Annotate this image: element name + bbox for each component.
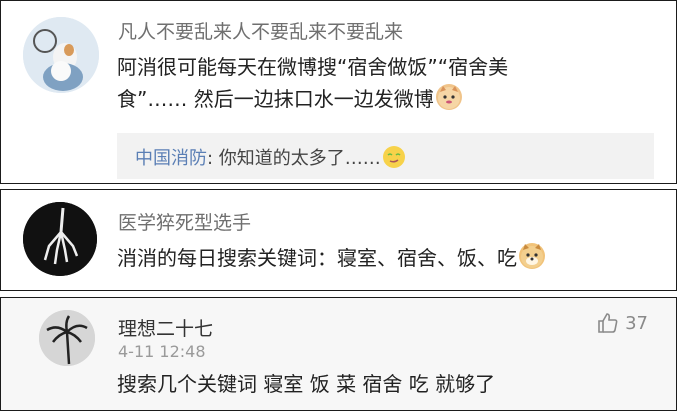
dog-photo-icon <box>23 17 99 93</box>
thumbs-up-icon <box>598 313 618 333</box>
comment-text-content: 消消的每日搜索关键词：寝室、宿舍、饭、吃 <box>117 246 517 270</box>
skeleton-hand-icon <box>23 202 97 276</box>
comment-text: 消消的每日搜索关键词：寝室、宿舍、饭、吃 <box>117 242 545 274</box>
comment-username[interactable]: 凡人不要乱来人不要乱来不要乱来 <box>118 17 403 44</box>
reply-text: 中国消防: 你知道的太多了…… <box>135 144 405 170</box>
smirk-emoji-icon <box>382 146 405 168</box>
comment-text: 搜索几个关键词 寝室 饭 菜 宿舍 吃 就够了 <box>117 372 496 396</box>
comment-text-line: 阿消很可能每天在微博搜“宿舍做饭”“宿舍美 <box>117 55 509 79</box>
like-count: 37 <box>625 312 648 334</box>
avatar[interactable] <box>39 310 95 366</box>
comment-card: 凡人不要乱来人不要乱来不要乱来 阿消很可能每天在微博搜“宿舍做饭”“宿舍美 食”… <box>0 0 677 184</box>
comment-text-line-2: 食”…… 然后一边抹口水一边发微博 <box>117 87 434 111</box>
comment-card: 医学猝死型选手 消消的每日搜索关键词：寝室、宿舍、饭、吃 <box>0 189 677 291</box>
reply-username[interactable]: 中国消防 <box>135 148 207 169</box>
avatar[interactable] <box>23 17 99 93</box>
comment-text: 阿消很可能每天在微博搜“宿舍做饭”“宿舍美 食”…… 然后一边抹口水一边发微博 <box>117 51 508 115</box>
comment-text-line: 食”…… 然后一边抹口水一边发微博 <box>117 83 508 115</box>
comment-card: 理想二十七 4-11 12:48 37 搜索几个关键词 寝室 饭 菜 宿舍 吃 … <box>0 297 677 411</box>
avatar[interactable] <box>23 202 97 276</box>
palm-tree-icon <box>39 310 95 366</box>
comment-timestamp: 4-11 12:48 <box>118 342 206 361</box>
comment-username[interactable]: 医学猝死型选手 <box>118 208 251 235</box>
reply-box: 中国消防: 你知道的太多了…… <box>117 133 654 179</box>
cat-emoji-icon <box>435 84 462 110</box>
doge-emoji-icon <box>519 243 545 269</box>
like-button[interactable]: 37 <box>597 312 648 334</box>
reply-content: : 你知道的太多了…… <box>207 148 381 169</box>
comment-username[interactable]: 理想二十七 <box>118 314 213 341</box>
